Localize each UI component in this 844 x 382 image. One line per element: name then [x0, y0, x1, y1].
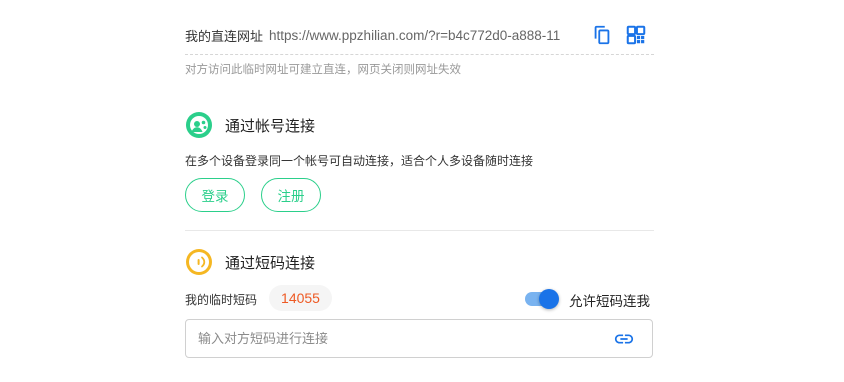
copy-icon[interactable]: [591, 24, 613, 46]
shortcode-section-title: 通过短码连接: [225, 254, 316, 272]
peer-code-input[interactable]: [198, 320, 598, 357]
connect-panel: 我的直连网址 https://www.ppzhilian.com/?r=b4c7…: [185, 0, 654, 382]
link-icon[interactable]: [613, 329, 635, 349]
account-section-header: 通过帐号连接: [185, 111, 315, 139]
account-section-title: 通过帐号连接: [225, 117, 316, 135]
link-label: 我的直连网址: [185, 28, 264, 44]
allow-shortcode-toggle[interactable]: [524, 289, 560, 309]
toggle-knob: [539, 289, 559, 309]
login-button[interactable]: 登录: [185, 178, 245, 212]
account-connect-icon: [185, 111, 213, 139]
peer-code-field: [185, 319, 653, 358]
link-row: 我的直连网址 https://www.ppzhilian.com/?r=b4c7…: [185, 24, 654, 46]
allow-shortcode-label: 允许短码连我: [569, 294, 650, 309]
signal-icon: [185, 248, 213, 276]
register-button[interactable]: 注册: [261, 178, 321, 212]
link-hint: 对方访问此临时网址可建立直连，网页关闭则网址失效: [185, 64, 461, 76]
section-divider: [185, 230, 654, 231]
shortcode-section-header: 通过短码连接: [185, 248, 315, 276]
qr-code-icon[interactable]: [625, 24, 647, 46]
account-description: 在多个设备登录同一个帐号可自动连接，适合个人多设备随时连接: [185, 154, 534, 168]
my-code-label: 我的临时短码: [185, 293, 258, 307]
my-code-value: 14055: [269, 285, 332, 311]
link-divider: [185, 54, 654, 55]
link-url[interactable]: https://www.ppzhilian.com/?r=b4c772d0-a8…: [269, 28, 575, 43]
